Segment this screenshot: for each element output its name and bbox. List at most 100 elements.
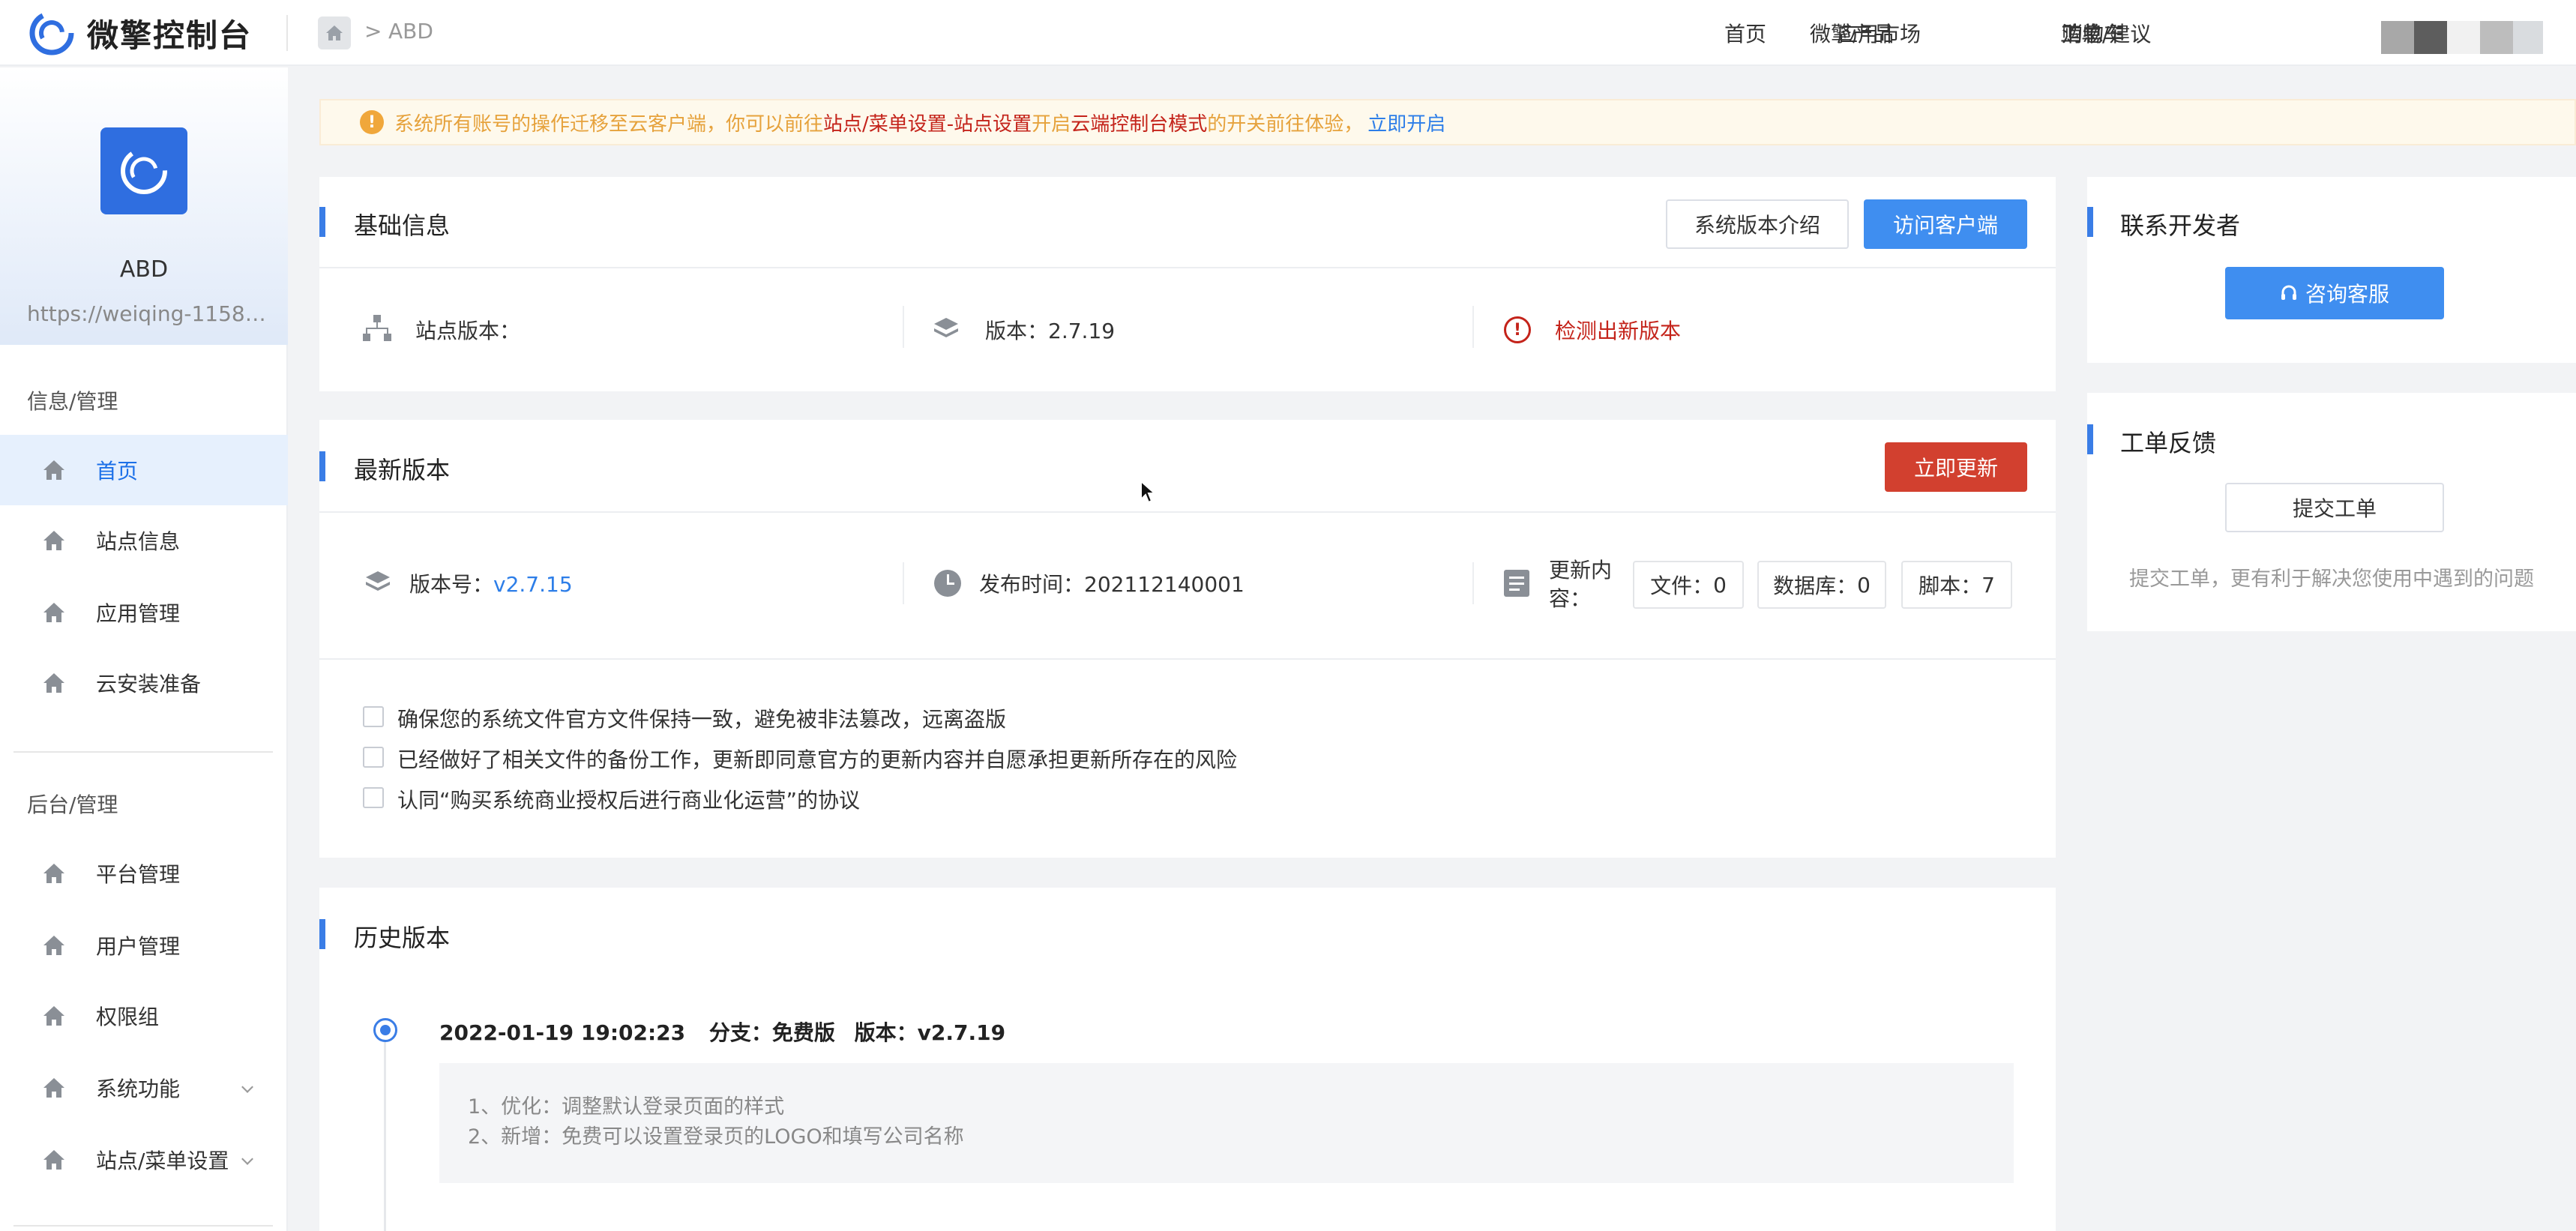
nav-market[interactable]: 应用市场: [1837, 18, 1921, 48]
sidebar-item-label: 应用管理: [96, 601, 181, 626]
title-bar: [319, 919, 325, 949]
agreement-checkbox[interactable]: [363, 747, 384, 768]
home-icon: [43, 936, 64, 955]
breadcrumb-separator: >: [364, 19, 382, 43]
notice-link-site-settings[interactable]: 站点/菜单设置-站点设置: [823, 109, 1032, 136]
home-icon: [43, 1006, 64, 1026]
ticket-card: 工单反馈 提交工单 提交工单，更有利于解决您使用中遇到的问题: [2087, 393, 2576, 631]
nav-ticket[interactable]: 工单/建议: [2060, 18, 2151, 48]
site-version-label: 站点版本：: [415, 319, 521, 343]
changelog-line: 1、优化：调整默认登录页面的样式: [468, 1095, 785, 1119]
sidebar-item-system[interactable]: 系统功能: [0, 1053, 288, 1123]
sidebar-item-label: 云安装准备: [96, 672, 202, 696]
sidebar-item-users[interactable]: 用户管理: [0, 910, 288, 981]
card-title: 最新版本: [354, 456, 451, 484]
update-content-label: 更新内 容：: [1549, 556, 1612, 613]
version-intro-button[interactable]: 系统版本介绍: [1666, 199, 1849, 249]
sidebar-item-app-manage[interactable]: 应用管理: [0, 577, 288, 648]
history-entry-version: 版本：v2.7.19: [854, 1020, 1006, 1045]
agreement-checkbox[interactable]: [363, 706, 384, 727]
agreement-checkbox[interactable]: [363, 787, 384, 808]
file-count-label: 文件：: [1650, 574, 1714, 598]
latest-version-card: 最新版本 立即更新 版本号：v2.7.15 发布时间：202112140001 …: [319, 420, 2056, 858]
notice-enable-link[interactable]: 立即开启: [1367, 109, 1445, 136]
title-bar: [319, 451, 325, 481]
basic-info-card: 基础信息 系统版本介绍 访问客户端 站点版本： 版本：2.7.19 ! 检测出新…: [319, 177, 2056, 391]
home-icon: [43, 864, 64, 883]
top-bar: 微擎控制台 > ABD 首页 微擎产品 购物车 应用市场 消息 工单/建议: [0, 0, 2576, 66]
update-now-button[interactable]: 立即更新: [1885, 442, 2027, 492]
script-count-label: 脚本：: [1919, 574, 1982, 598]
title-bar: [2087, 424, 2093, 454]
new-version-alert[interactable]: 检测出新版本: [1555, 315, 1681, 345]
divider: [1472, 562, 1474, 604]
home-icon: [43, 603, 64, 622]
clock-icon: [934, 570, 961, 597]
card-title: 工单反馈: [2120, 429, 2217, 457]
sidebar-item-cloud-install[interactable]: 云安装准备: [0, 648, 288, 718]
sidebar-item-label: 平台管理: [96, 862, 181, 887]
breadcrumb-home-button[interactable]: [318, 16, 351, 49]
divider: [903, 562, 904, 604]
chevron-down-icon: [241, 1081, 253, 1093]
sidebar-item-label: 站点信息: [96, 529, 181, 554]
version-number-label: 版本号：: [409, 572, 494, 597]
title-bar: [319, 207, 325, 237]
update-content-label-line1: 更新内: [1549, 558, 1613, 583]
consult-service-label: 咨询客服: [2305, 282, 2389, 307]
history-entry-header: 2022-01-19 19:02:23 分支：免费版 版本：v2.7.19: [439, 1017, 1005, 1047]
sidebar-divider: [13, 1225, 273, 1227]
consult-service-button[interactable]: 咨询客服: [2225, 267, 2444, 319]
version-number-row: 版本号：v2.7.15: [409, 568, 573, 598]
sidebar-item-site-menu[interactable]: 站点/菜单设置: [0, 1125, 288, 1195]
title-bar: [2087, 207, 2093, 237]
db-count-chip: 数据库： 0: [1757, 561, 1886, 609]
agreement-text: 认同“购买系统商业授权后进行商业化运营”的协议: [397, 788, 861, 813]
submit-ticket-button[interactable]: 提交工单: [2225, 483, 2444, 532]
sidebar-item-label: 用户管理: [96, 934, 181, 959]
logo-icon: [29, 10, 74, 55]
release-time-value: 202112140001: [1084, 572, 1245, 597]
notice-text: 的开关前往体验，: [1207, 112, 1364, 136]
sidebar: ABD https://weiqing-11587... 信息/管理 首页 站点…: [0, 67, 288, 1231]
divider: [319, 658, 2056, 660]
home-icon: [43, 460, 64, 480]
nav-home[interactable]: 首页: [1724, 18, 1766, 48]
notice-text: 系统所有账号的操作迁移至云客户端，你可以前往: [394, 112, 824, 136]
agreement-text: 确保您的系统文件官方文件保持一致，避免被非法篡改，远离盗版: [397, 707, 1007, 732]
sidebar-item-permissions[interactable]: 权限组: [0, 981, 288, 1051]
version-label: 版本：: [985, 319, 1049, 343]
sidebar-item-label: 站点/菜单设置: [96, 1149, 229, 1173]
divider: [1472, 306, 1474, 348]
notice-text: 开启: [1032, 112, 1071, 136]
app-url[interactable]: https://weiqing-11587...: [27, 301, 267, 326]
home-icon: [43, 531, 64, 550]
history-changelog: 1、优化：调整默认登录页面的样式 2、新增：免费可以设置登录页的LOGO和填写公…: [439, 1063, 2014, 1183]
divider: [319, 511, 2056, 513]
sidebar-item-label: 系统功能: [96, 1077, 181, 1101]
section-title-admin: 后台/管理: [27, 792, 118, 817]
header-divider: [286, 15, 288, 51]
layers-icon: [366, 571, 390, 591]
sidebar-item-platform[interactable]: 平台管理: [0, 838, 288, 909]
card-title: 基础信息: [354, 211, 451, 240]
home-icon: [43, 673, 64, 693]
timeline-line: [384, 1042, 386, 1231]
chevron-down-icon: [241, 1153, 253, 1165]
app-icon[interactable]: [100, 127, 187, 214]
script-count-value: 7: [1981, 572, 1995, 598]
sitemap-icon: [363, 315, 391, 341]
version-row: 版本：2.7.19: [985, 315, 1115, 345]
visit-client-button[interactable]: 访问客户端: [1864, 199, 2027, 249]
db-count-label: 数据库：: [1773, 574, 1858, 598]
sidebar-item-site-info[interactable]: 站点信息: [0, 505, 288, 576]
update-content-label-line2: 容：: [1549, 586, 1592, 611]
history-card: 历史版本 2022-01-19 19:02:23 分支：免费版 版本：v2.7.…: [319, 888, 2056, 1231]
logo[interactable]: 微擎控制台: [27, 3, 252, 63]
home-icon: [326, 25, 343, 40]
sidebar-item-home[interactable]: 首页: [0, 435, 288, 505]
logo-text: 微擎控制台: [87, 16, 253, 54]
sidebar-item-label: 权限组: [96, 1005, 160, 1029]
user-avatar[interactable]: [2381, 21, 2543, 54]
breadcrumb-current: ABD: [388, 19, 433, 43]
